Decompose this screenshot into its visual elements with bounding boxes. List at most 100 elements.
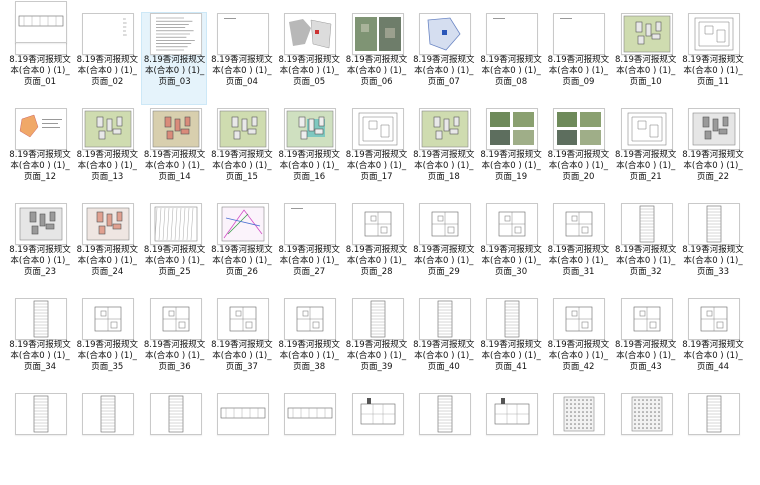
file-item[interactable]: 8.19香河报规文本(合本0 ) (1)_页面_13 xyxy=(73,107,139,200)
file-item[interactable]: 8.19香河报规文本(合本0 ) (1)_页面_11 xyxy=(679,12,745,105)
file-item[interactable] xyxy=(477,392,543,485)
file-thumbnail[interactable] xyxy=(486,393,539,435)
file-thumbnail[interactable] xyxy=(216,13,269,55)
file-thumbnail[interactable] xyxy=(149,203,202,245)
file-thumbnail[interactable] xyxy=(149,108,202,150)
file-thumbnail[interactable] xyxy=(216,393,269,435)
file-thumbnail[interactable] xyxy=(418,203,471,245)
file-item[interactable]: 8.19香河报规文本(合本0 ) (1)_页面_42 xyxy=(544,297,610,390)
file-item[interactable]: 8.19香河报规文本(合本0 ) (1)_页面_23 xyxy=(6,202,72,295)
file-thumbnail[interactable] xyxy=(688,298,740,340)
file-thumbnail[interactable] xyxy=(284,298,337,340)
file-item[interactable] xyxy=(73,392,139,485)
file-item[interactable]: 8.19香河报规文本(合本0 ) (1)_页面_02 xyxy=(73,12,139,105)
file-thumbnail[interactable] xyxy=(553,203,606,245)
file-thumbnail[interactable] xyxy=(149,13,202,55)
file-item[interactable] xyxy=(679,392,745,485)
file-item[interactable]: 8.19香河报规文本(合本0 ) (1)_页面_14 xyxy=(141,107,207,200)
file-thumbnail[interactable] xyxy=(15,393,67,435)
file-item[interactable]: 8.19香河报规文本(合本0 ) (1)_页面_35 xyxy=(73,297,139,390)
file-item[interactable]: 8.19香河报规文本(合本0 ) (1)_页面_30 xyxy=(477,202,543,295)
file-item[interactable]: 8.19香河报规文本(合本0 ) (1)_页面_29 xyxy=(410,202,476,295)
file-item[interactable]: 8.19香河报规文本(合本0 ) (1)_页面_08 xyxy=(477,12,543,105)
file-item[interactable] xyxy=(6,0,72,93)
file-item[interactable]: 8.19香河报规文本(合本0 ) (1)_页面_32 xyxy=(612,202,678,295)
file-thumbnail[interactable] xyxy=(553,108,606,150)
file-item[interactable]: 8.19香河报规文本(合本0 ) (1)_页面_31 xyxy=(544,202,610,295)
file-item[interactable]: 8.19香河报规文本(合本0 ) (1)_页面_03 xyxy=(140,12,207,105)
file-thumbnail[interactable] xyxy=(351,13,404,55)
file-thumbnail[interactable] xyxy=(553,13,606,55)
file-item[interactable]: 8.19香河报规文本(合本0 ) (1)_页面_37 xyxy=(208,297,274,390)
file-item[interactable]: 8.19香河报规文本(合本0 ) (1)_页面_10 xyxy=(612,12,678,105)
file-item[interactable]: 8.19香河报规文本(合本0 ) (1)_页面_43 xyxy=(612,297,678,390)
file-item[interactable]: 8.19香河报规文本(合本0 ) (1)_页面_04 xyxy=(208,12,274,105)
file-item[interactable]: 8.19香河报规文本(合本0 ) (1)_页面_25 xyxy=(141,202,207,295)
file-thumbnail[interactable] xyxy=(284,203,337,245)
file-item[interactable]: 8.19香河报规文本(合本0 ) (1)_页面_26 xyxy=(208,202,274,295)
file-item[interactable] xyxy=(544,392,610,485)
file-thumbnail[interactable] xyxy=(149,298,202,340)
file-item[interactable]: 8.19香河报规文本(合本0 ) (1)_页面_21 xyxy=(612,107,678,200)
file-item[interactable]: 8.19香河报规文本(合本0 ) (1)_页面_33 xyxy=(679,202,745,295)
file-item[interactable]: 8.19香河报规文本(合本0 ) (1)_页面_05 xyxy=(275,12,341,105)
file-thumbnail[interactable] xyxy=(688,108,740,150)
file-item[interactable]: 8.19香河报规文本(合本0 ) (1)_页面_36 xyxy=(141,297,207,390)
file-thumbnail[interactable] xyxy=(82,393,135,435)
file-thumbnail[interactable] xyxy=(486,203,539,245)
file-thumbnail[interactable] xyxy=(216,108,269,150)
file-item[interactable]: 8.19香河报规文本(合本0 ) (1)_页面_24 xyxy=(73,202,139,295)
file-thumbnail[interactable] xyxy=(688,13,740,55)
file-thumbnail[interactable] xyxy=(688,203,740,245)
file-item[interactable] xyxy=(410,392,476,485)
file-item[interactable] xyxy=(208,392,274,485)
file-item[interactable]: 8.19香河报规文本(合本0 ) (1)_页面_22 xyxy=(679,107,745,200)
file-thumbnail[interactable] xyxy=(486,13,539,55)
file-thumbnail[interactable] xyxy=(284,393,337,435)
file-thumbnail[interactable] xyxy=(15,203,67,245)
file-item[interactable]: 8.19香河报规文本(合本0 ) (1)_页面_40 xyxy=(410,297,476,390)
file-thumbnail[interactable] xyxy=(82,203,135,245)
file-thumbnail[interactable] xyxy=(486,298,539,340)
file-thumbnail[interactable] xyxy=(15,108,67,150)
file-thumbnail[interactable] xyxy=(620,203,673,245)
file-thumbnail[interactable] xyxy=(351,108,404,150)
file-thumbnail[interactable] xyxy=(82,298,135,340)
file-thumbnail[interactable] xyxy=(418,13,471,55)
file-thumbnail[interactable] xyxy=(351,203,404,245)
file-thumbnail[interactable] xyxy=(149,393,202,435)
file-item[interactable]: 8.19香河报规文本(合本0 ) (1)_页面_18 xyxy=(410,107,476,200)
file-item[interactable]: 8.19香河报规文本(合本0 ) (1)_页面_16 xyxy=(275,107,341,200)
file-thumbnail[interactable] xyxy=(216,298,269,340)
file-thumbnail[interactable] xyxy=(82,108,135,150)
file-thumbnail[interactable] xyxy=(688,393,740,435)
file-item[interactable]: 8.19香河报规文本(合本0 ) (1)_页面_44 xyxy=(679,297,745,390)
file-item[interactable]: 8.19香河报规文本(合本0 ) (1)_页面_15 xyxy=(208,107,274,200)
file-thumbnail[interactable] xyxy=(553,393,606,435)
file-item[interactable]: 8.19香河报规文本(合本0 ) (1)_页面_34 xyxy=(6,297,72,390)
file-thumbnail[interactable] xyxy=(620,108,673,150)
file-item[interactable]: 8.19香河报规文本(合本0 ) (1)_页面_38 xyxy=(275,297,341,390)
file-thumbnail[interactable] xyxy=(216,203,269,245)
file-thumbnail[interactable] xyxy=(351,393,404,435)
file-thumbnail[interactable] xyxy=(553,298,606,340)
file-thumbnail[interactable] xyxy=(284,13,337,55)
file-thumbnail[interactable] xyxy=(82,13,135,55)
file-item[interactable] xyxy=(612,392,678,485)
file-item[interactable]: 8.19香河报规文本(合本0 ) (1)_页面_28 xyxy=(343,202,409,295)
file-item[interactable]: 8.19香河报规文本(合本0 ) (1)_页面_20 xyxy=(544,107,610,200)
file-thumbnail[interactable] xyxy=(351,298,404,340)
file-item[interactable]: 8.19香河报规文本(合本0 ) (1)_页面_06 xyxy=(343,12,409,105)
file-item[interactable] xyxy=(343,392,409,485)
file-item[interactable]: 8.19香河报规文本(合本0 ) (1)_页面_27 xyxy=(275,202,341,295)
file-thumbnail[interactable] xyxy=(620,393,673,435)
file-item[interactable]: 8.19香河报规文本(合本0 ) (1)_页面_09 xyxy=(544,12,610,105)
file-thumbnail[interactable] xyxy=(284,108,337,150)
file-item[interactable]: 8.19香河报规文本(合本0 ) (1)_页面_41 xyxy=(477,297,543,390)
file-thumbnail[interactable] xyxy=(486,108,539,150)
file-item[interactable] xyxy=(6,392,72,485)
file-item[interactable]: 8.19香河报规文本(合本0 ) (1)_页面_39 xyxy=(343,297,409,390)
file-thumbnail[interactable] xyxy=(620,13,673,55)
file-thumbnail[interactable] xyxy=(418,108,471,150)
file-thumbnail[interactable] xyxy=(15,298,67,340)
